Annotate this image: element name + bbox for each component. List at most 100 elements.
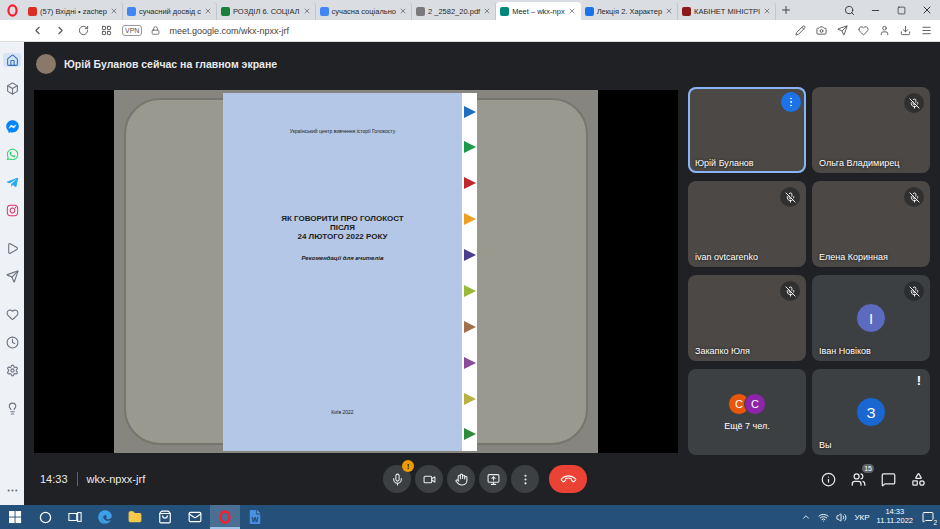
vpn-badge[interactable]: VPN: [122, 25, 142, 36]
taskbar-item[interactable]: [90, 505, 120, 529]
options-button[interactable]: [781, 92, 801, 112]
menu-icon[interactable]: [921, 25, 932, 36]
taskbar-item[interactable]: [150, 505, 180, 529]
participant-tile[interactable]: ЗВы!: [812, 369, 930, 455]
document-footer: Київ 2022: [331, 409, 353, 415]
close-icon[interactable]: [303, 7, 311, 15]
browser-tab[interactable]: (57) Вхідні • zachep: [24, 2, 123, 20]
network-icon[interactable]: [818, 512, 829, 523]
sidebar-item[interactable]: [3, 241, 21, 255]
taskbar-item[interactable]: [240, 505, 270, 529]
close-icon[interactable]: [568, 7, 576, 15]
minimize-button[interactable]: [862, 0, 888, 20]
send-icon[interactable]: [837, 25, 848, 36]
more-icon: [6, 484, 19, 497]
close-icon[interactable]: [483, 7, 491, 15]
sidebar-item[interactable]: [3, 401, 21, 415]
sidebar-item[interactable]: [3, 203, 21, 217]
browser-tab[interactable]: сучасний досвід с: [123, 2, 217, 20]
participant-tile[interactable]: ІІван Новіков: [812, 275, 930, 361]
participant-tile[interactable]: Ольга Владимирец: [812, 87, 930, 173]
participant-tile[interactable]: ivan ovtcarenko: [688, 181, 806, 267]
raise-hand-button[interactable]: [447, 465, 475, 493]
opera-sidebar: [0, 42, 24, 505]
back-button[interactable]: [30, 24, 44, 38]
close-icon[interactable]: [110, 7, 118, 15]
search-tabs-button[interactable]: [836, 0, 862, 20]
maximize-button[interactable]: [888, 0, 914, 20]
close-icon[interactable]: [204, 7, 212, 15]
more-vertical-icon: [785, 96, 797, 108]
sidebar-item[interactable]: [3, 175, 21, 189]
camera-icon[interactable]: [816, 25, 827, 36]
sidebar-item[interactable]: [3, 363, 21, 377]
close-icon[interactable]: [399, 7, 407, 15]
download-icon[interactable]: [900, 25, 911, 36]
reload-icon: [78, 25, 89, 36]
taskbar-item[interactable]: [30, 505, 60, 529]
participant-tile[interactable]: Закапко Юля: [688, 275, 806, 361]
sidebar-item[interactable]: [3, 81, 21, 95]
people-button[interactable]: 15: [850, 471, 866, 487]
browser-tab[interactable]: Лекція 2. Характер: [581, 2, 678, 20]
sidebar-item[interactable]: [3, 119, 21, 133]
camera-button[interactable]: [415, 465, 443, 493]
windows-taskbar: УКР 14:3311.11.2022 2: [0, 505, 940, 529]
close-icon[interactable]: [763, 7, 771, 15]
close-window-button[interactable]: [914, 0, 940, 20]
tab-label: сучасний досвід с: [139, 7, 201, 16]
taskbar-item[interactable]: [0, 505, 30, 529]
taskbar-item[interactable]: [180, 505, 210, 529]
taskbar-item[interactable]: [120, 505, 150, 529]
end-call-button[interactable]: [549, 465, 587, 493]
speed-dial-button[interactable]: [99, 24, 113, 38]
more-options-button[interactable]: [511, 465, 539, 493]
sidebar-item[interactable]: [3, 483, 21, 497]
browser-tab[interactable]: РОЗДІЛ 6. СОЦІАЛ: [217, 2, 316, 20]
language-indicator[interactable]: УКР: [854, 513, 869, 522]
edit-icon[interactable]: [795, 25, 806, 36]
stage: Український центр вивчення історії Голок…: [24, 87, 940, 453]
browser-tab[interactable]: КАБІНЕТ МІНІСТРІ: [678, 2, 776, 20]
chevron-up-icon[interactable]: [801, 512, 811, 522]
taskbar-item[interactable]: [210, 505, 240, 529]
chat-button[interactable]: [880, 471, 896, 487]
browser-tab[interactable]: Meet – wkx-npx: [496, 2, 581, 20]
notification-button[interactable]: 2: [920, 509, 936, 525]
present-button[interactable]: [479, 465, 507, 493]
url-field[interactable]: meet.google.com/wkx-npxx-jrf: [169, 26, 289, 36]
tray-clock[interactable]: 14:3311.11.2022: [877, 508, 913, 525]
opera-logo[interactable]: [0, 0, 24, 20]
user-icon[interactable]: [879, 25, 890, 36]
document-page: Український центр вивчення історії Голок…: [223, 93, 477, 451]
send-icon: [6, 270, 19, 283]
tab-marker: [464, 321, 476, 333]
sidebar-group: [3, 53, 21, 95]
participant-tile[interactable]: Юрій Буланов: [688, 87, 806, 173]
close-icon: [921, 4, 933, 16]
heart-icon[interactable]: [858, 25, 869, 36]
browser-tab[interactable]: сучасна соціально: [316, 2, 412, 20]
tab-label: Лекція 2. Характер: [597, 7, 662, 16]
volume-icon[interactable]: [836, 512, 847, 523]
sidebar-item[interactable]: [3, 335, 21, 349]
sidebar-item[interactable]: [3, 307, 21, 321]
reload-button[interactable]: [76, 24, 90, 38]
mic-button[interactable]: !: [383, 465, 411, 493]
participant-tile[interactable]: ССЕщё 7 чел.: [688, 369, 806, 455]
sidebar-item[interactable]: [3, 53, 21, 67]
document-tab-strip: [462, 93, 477, 451]
sidebar-item[interactable]: [3, 147, 21, 161]
mic-alert-badge: !: [402, 460, 414, 472]
forward-button[interactable]: [53, 24, 67, 38]
browser-tab[interactable]: 2 _2582_20.pdf: [412, 2, 496, 20]
participant-tile[interactable]: Елена Коринная: [812, 181, 930, 267]
taskbar-item[interactable]: [60, 505, 90, 529]
forward-icon: [54, 24, 67, 37]
participant-name: Іван Новіков: [819, 346, 871, 356]
info-button[interactable]: [820, 471, 836, 487]
new-tab-button[interactable]: [776, 0, 796, 20]
close-icon[interactable]: [665, 7, 673, 15]
activities-button[interactable]: [910, 471, 926, 487]
sidebar-item[interactable]: [3, 269, 21, 283]
